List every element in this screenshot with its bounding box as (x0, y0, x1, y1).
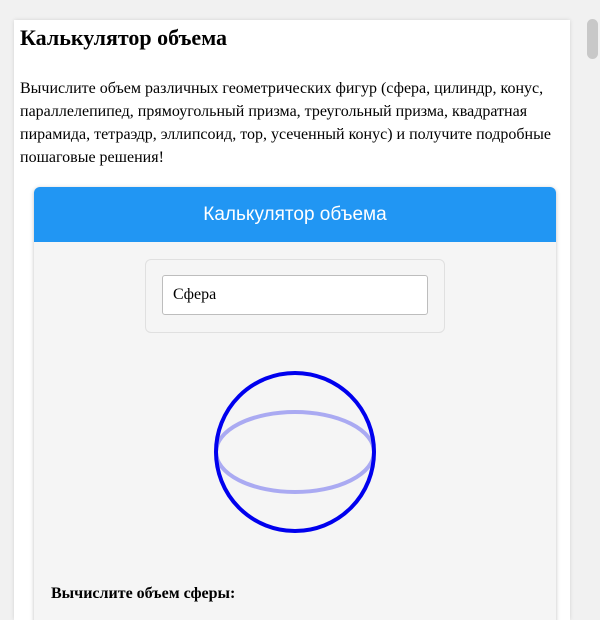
page-description: Вычислите объем различных геометрических… (20, 80, 551, 166)
vertical-scrollbar[interactable] (585, 0, 600, 600)
shape-selector-panel: Сфера (145, 259, 445, 333)
section-title: Вычислите объем сферы: (51, 585, 236, 602)
scrollbar-thumb[interactable] (587, 19, 598, 59)
shape-select[interactable]: Сфера (162, 275, 428, 315)
sphere-icon (214, 371, 376, 533)
sphere-outline (214, 371, 376, 533)
calculator-card: Калькулятор объема Сфера Вычислите объем… (34, 187, 556, 620)
sphere-equator (214, 410, 376, 494)
page-content: Калькулятор объема Вычислите объем разли… (14, 20, 570, 620)
page-title: Калькулятор объема (20, 25, 228, 50)
calculator-header: Калькулятор объема (34, 187, 556, 242)
